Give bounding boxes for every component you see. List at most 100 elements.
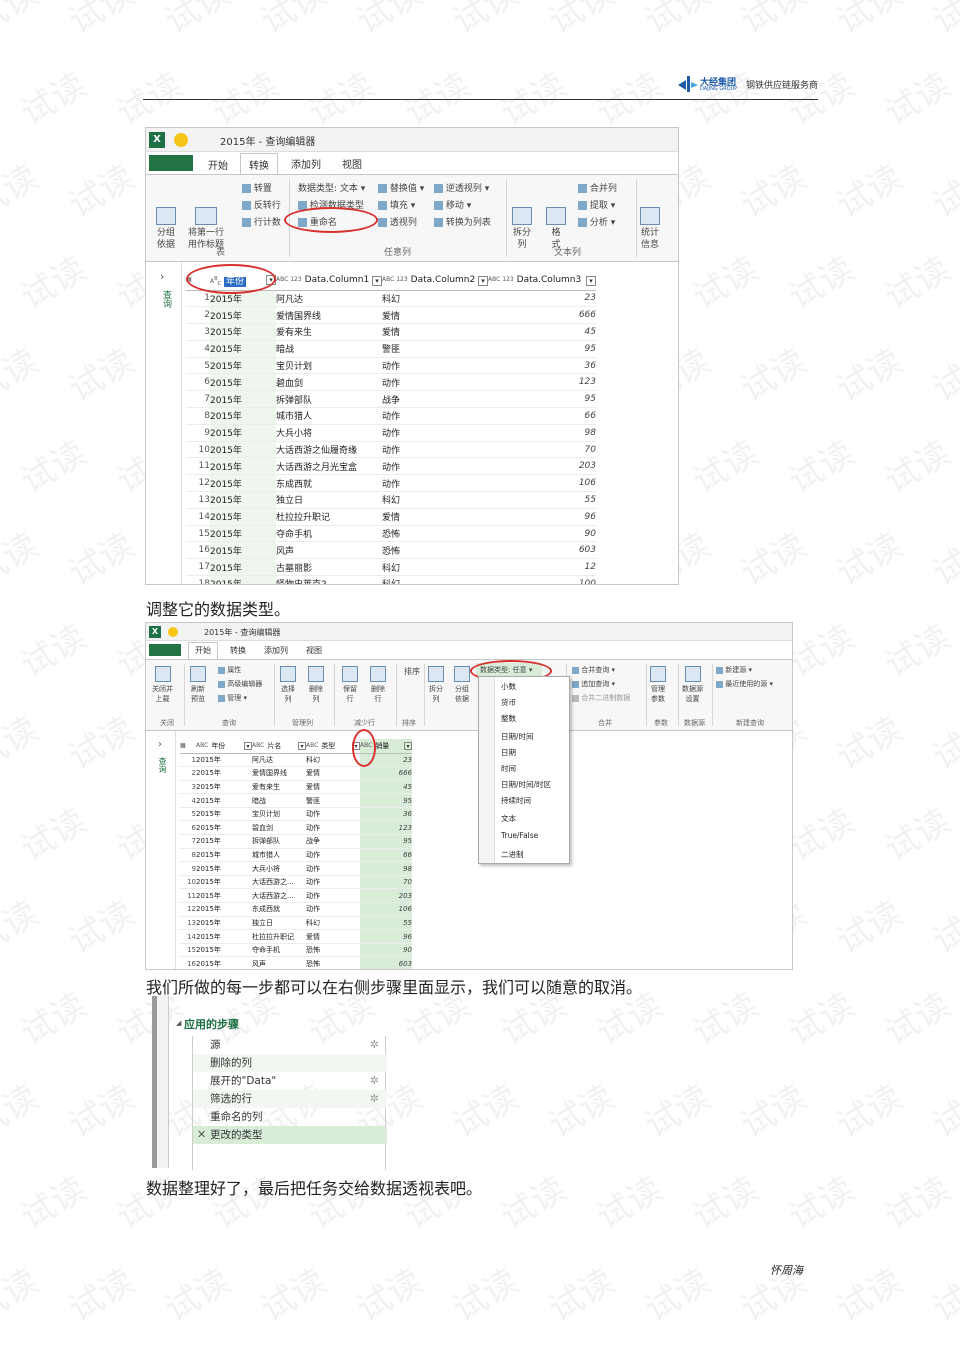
data-type-option[interactable]: 二进制 — [501, 849, 524, 860]
sales-cell[interactable]: 36 — [360, 807, 412, 822]
row-number[interactable]: 18 — [186, 575, 210, 584]
table-row[interactable]: 16 2015年 风声 恐怖 603 — [180, 956, 412, 969]
title-cell[interactable]: 城市猎人 — [252, 848, 306, 863]
title-cell[interactable]: 古墓丽影 — [276, 558, 382, 577]
row-number[interactable]: 5 — [180, 807, 196, 822]
data-type-option[interactable]: 日期/时间 — [501, 731, 534, 742]
year-cell[interactable]: 2015年 — [196, 875, 252, 890]
sort-asc-button[interactable]: 排序 — [404, 666, 420, 677]
row-number[interactable]: 6 — [180, 820, 196, 836]
pivot-column-button[interactable]: 透视列 — [378, 215, 417, 228]
sales-cell[interactable]: 203 — [488, 457, 596, 476]
table-row[interactable]: 10 2015年 大话西游之仙履奇缘 动作 70 — [186, 441, 596, 459]
title-cell[interactable]: 夺命手机 — [252, 943, 306, 958]
year-cell[interactable]: 2015年 — [210, 541, 276, 560]
data-type-option[interactable]: 日期/时间/时区 — [501, 779, 551, 790]
row-number[interactable]: 12 — [186, 474, 210, 493]
row-number[interactable]: 4 — [180, 793, 196, 808]
sales-cell[interactable]: 66 — [488, 407, 596, 425]
row-number[interactable]: 16 — [180, 956, 196, 969]
grid-corner-2[interactable]: ▦ — [180, 739, 196, 754]
genre-cell[interactable]: 爱情 — [382, 306, 488, 325]
title-cell[interactable]: 东成西就 — [276, 474, 382, 493]
title-cell[interactable]: 爱情国界线 — [276, 306, 382, 325]
table-row[interactable]: 12 2015年 东成西就 动作 106 — [186, 474, 596, 493]
title-cell[interactable]: 杜拉拉升职记 — [276, 508, 382, 526]
applied-step-item[interactable]: 删除的列 — [193, 1054, 387, 1072]
genre-cell[interactable]: 恐怖 — [306, 943, 360, 958]
genre-cell[interactable]: 恐怖 — [382, 525, 488, 543]
sales-cell[interactable]: 123 — [360, 820, 412, 836]
table-row[interactable]: 11 2015年 大话西游之月光宝盒 动作 203 — [186, 457, 596, 476]
genre-cell[interactable]: 科幻 — [382, 491, 488, 509]
data-type-dropdown[interactable]: 数据类型: 文本 ▾ — [298, 181, 365, 194]
data-type-option[interactable]: 文本 — [501, 813, 516, 824]
sales-cell[interactable]: 106 — [488, 474, 596, 493]
row-number[interactable]: 15 — [180, 943, 196, 958]
title-cell[interactable]: 大话西游之仙履奇缘 — [276, 441, 382, 459]
table-row[interactable]: 2 2015年 爱情国界线 爱情 666 — [180, 766, 412, 781]
sales-cell[interactable]: 98 — [488, 424, 596, 442]
sales-cell[interactable]: 45 — [360, 780, 412, 795]
choose-columns-button[interactable]: 选择 列 — [280, 666, 296, 704]
row-number[interactable]: 7 — [186, 390, 210, 409]
table-row[interactable]: 14 2015年 杜拉拉升职记 爱情 96 — [186, 508, 596, 526]
title-cell[interactable]: 大兵小将 — [276, 424, 382, 442]
year-cell[interactable]: 2015年 — [196, 766, 252, 781]
genre-cell[interactable]: 动作 — [382, 441, 488, 459]
row-number[interactable]: 2 — [180, 766, 196, 781]
genre-cell[interactable]: 动作 — [306, 888, 360, 904]
sales-cell[interactable]: 603 — [360, 956, 412, 969]
year-cell[interactable]: 2015年 — [210, 323, 276, 341]
genre-cell[interactable]: 警匪 — [306, 793, 360, 808]
table-row[interactable]: 6 2015年 碧血剑 动作 123 — [186, 373, 596, 392]
applied-step-item[interactable]: 更改的类型 ✕ — [193, 1126, 387, 1144]
tab-home[interactable]: 开始 — [206, 156, 230, 173]
fill-button[interactable]: 填充 ▾ — [378, 198, 415, 211]
row-number[interactable]: 2 — [186, 306, 210, 325]
genre-cell[interactable]: 爱情 — [306, 766, 360, 781]
merge-queries-button[interactable]: 合并查询 ▾ — [572, 665, 615, 675]
title-cell[interactable]: 大话西游之月光宝盒 — [276, 457, 382, 476]
column-header-data-column3[interactable]: ABC 123 Data.Column3 ▾ — [488, 272, 596, 291]
sales-cell[interactable]: 106 — [360, 902, 412, 917]
genre-cell[interactable]: 动作 — [306, 807, 360, 822]
genre-cell[interactable]: 科幻 — [382, 575, 488, 584]
tab-view[interactable]: 视图 — [342, 156, 362, 171]
table-row[interactable]: 17 2015年 古墓丽影 科幻 12 — [186, 558, 596, 577]
sales-cell[interactable]: 95 — [360, 793, 412, 808]
smile-icon[interactable] — [174, 133, 188, 147]
table-row[interactable]: 14 2015年 杜拉拉升职记 爱情 96 — [180, 929, 412, 944]
year-cell[interactable]: 2015年 — [196, 780, 252, 795]
title-cell[interactable]: 爱有来生 — [252, 780, 306, 795]
tab-view-2[interactable]: 视图 — [306, 645, 322, 656]
sales-cell[interactable]: 123 — [488, 373, 596, 392]
year-cell[interactable]: 2015年 — [210, 424, 276, 442]
row-number[interactable]: 16 — [186, 541, 210, 560]
gear-icon[interactable]: ✲ — [370, 1072, 379, 1090]
title-cell[interactable]: 独立日 — [276, 491, 382, 509]
sales-cell[interactable]: 666 — [488, 306, 596, 325]
year-cell[interactable]: 2015年 — [210, 441, 276, 459]
year-cell[interactable]: 2015年 — [210, 373, 276, 392]
row-number[interactable]: 6 — [186, 373, 210, 392]
unpivot-columns-button[interactable]: 逆透视列 ▾ — [434, 181, 489, 194]
expand-arrow-icon-2[interactable]: › — [158, 739, 162, 750]
row-number[interactable]: 5 — [186, 357, 210, 375]
genre-cell[interactable]: 科幻 — [382, 558, 488, 577]
queries-nav-pane-2[interactable]: › 查询 — [146, 731, 176, 969]
title-cell[interactable]: 大话西游之... — [252, 888, 306, 904]
genre-cell[interactable]: 动作 — [382, 373, 488, 392]
title-cell[interactable]: 阿凡达 — [252, 753, 306, 768]
genre-cell[interactable]: 动作 — [306, 875, 360, 890]
table-row[interactable]: 4 2015年 暗战 警匪 95 — [186, 340, 596, 358]
year-cell[interactable]: 2015年 — [210, 340, 276, 358]
remove-rows-button[interactable]: 删除 行 — [370, 666, 386, 704]
year-cell[interactable]: 2015年 — [210, 474, 276, 493]
table-row[interactable]: 12 2015年 东成西就 动作 106 — [180, 902, 412, 917]
row-number[interactable]: 8 — [180, 848, 196, 863]
row-number[interactable]: 14 — [180, 929, 196, 944]
title-cell[interactable]: 阿凡达 — [276, 290, 382, 308]
properties-button[interactable]: 属性 — [218, 665, 241, 675]
title-cell[interactable]: 拆弹部队 — [252, 834, 306, 849]
